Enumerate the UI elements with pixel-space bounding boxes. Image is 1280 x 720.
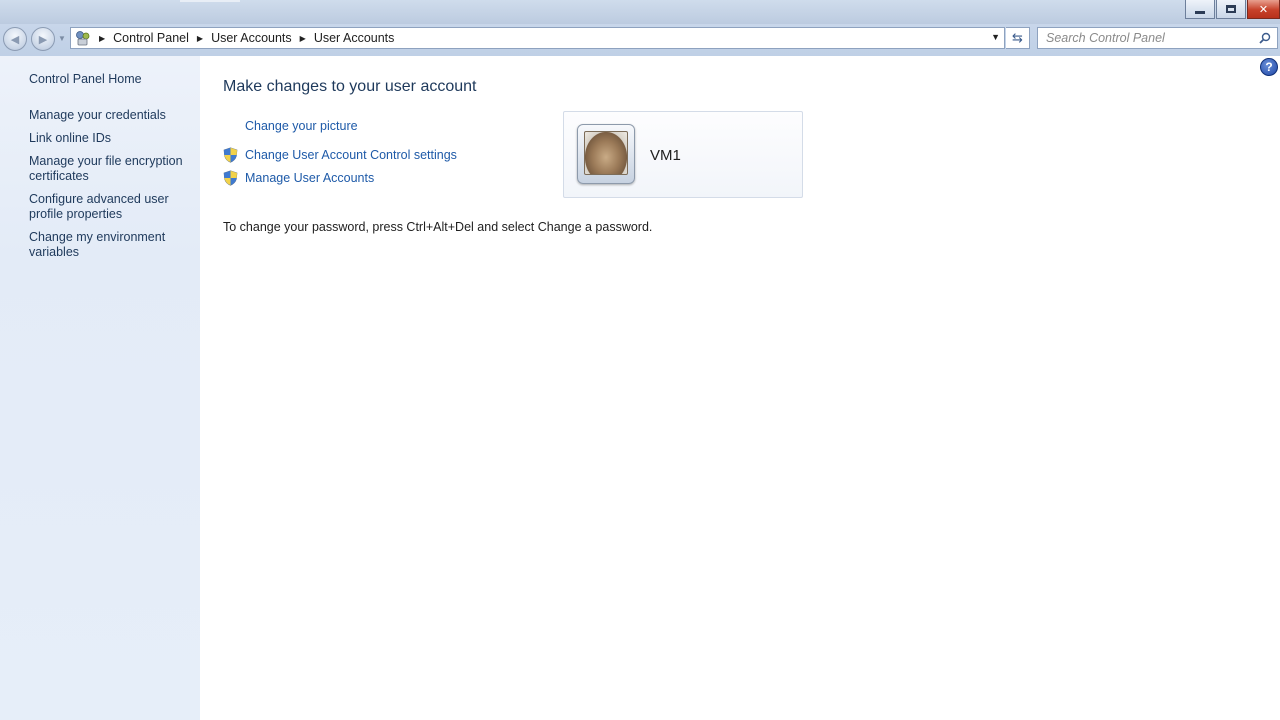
breadcrumb-user-accounts[interactable]: User Accounts — [211, 31, 292, 45]
main-content: ? Make changes to your user account Chan… — [200, 56, 1280, 720]
recent-pages-dropdown-icon[interactable]: ▼ — [58, 34, 66, 43]
manage-user-accounts-link[interactable]: Manage User Accounts — [245, 171, 374, 185]
restore-icon — [1226, 5, 1236, 13]
breadcrumb-control-panel[interactable]: Control Panel — [113, 31, 189, 45]
account-name: VM1 — [650, 147, 681, 164]
address-bar[interactable]: ▶ Control Panel ▶ User Accounts ▶ User A… — [70, 27, 1005, 49]
search-input[interactable] — [1038, 31, 1248, 45]
control-panel-icon — [76, 31, 90, 46]
uac-shield-icon — [223, 147, 238, 163]
breadcrumb-user-accounts-current[interactable]: User Accounts — [314, 31, 395, 45]
back-arrow-icon: ◀ — [10, 33, 20, 46]
address-dropdown-icon[interactable]: ▼ — [991, 32, 1000, 42]
title-bar: ✕ — [0, 0, 1280, 24]
search-box[interactable] — [1037, 27, 1278, 49]
search-icon[interactable] — [1259, 32, 1271, 44]
refresh-icon: ⇆ — [1012, 30, 1023, 45]
sidebar-item-control-panel-home[interactable]: Control Panel Home — [29, 72, 194, 87]
avatar[interactable] — [577, 124, 635, 184]
page-title: Make changes to your user account — [223, 78, 477, 95]
breadcrumb-separator-icon[interactable]: ▶ — [99, 34, 105, 43]
refresh-button[interactable]: ⇆ — [1006, 27, 1030, 49]
restore-button[interactable] — [1216, 0, 1246, 19]
sidebar-item-environment-variables[interactable]: Change my environment variables — [29, 230, 194, 260]
close-button[interactable]: ✕ — [1247, 0, 1280, 19]
forward-arrow-icon: ▶ — [38, 33, 48, 46]
uac-settings-link[interactable]: Change User Account Control settings — [245, 148, 457, 162]
sidebar: Control Panel Home Manage your credentia… — [0, 56, 200, 720]
sidebar-item-manage-credentials[interactable]: Manage your credentials — [29, 108, 194, 123]
change-picture-link[interactable]: Change your picture — [245, 119, 358, 133]
breadcrumb-separator-icon[interactable]: ▶ — [197, 34, 203, 43]
title-bar-accent — [180, 0, 240, 2]
minimize-button[interactable] — [1185, 0, 1215, 19]
minimize-icon — [1195, 10, 1205, 14]
forward-button[interactable]: ▶ — [31, 27, 55, 51]
sidebar-item-file-encryption-certificates[interactable]: Manage your file encryption certificates — [29, 154, 194, 184]
breadcrumb-separator-icon[interactable]: ▶ — [300, 34, 306, 43]
back-button[interactable]: ◀ — [3, 27, 27, 51]
kitten-picture-icon — [584, 131, 628, 175]
user-account-tile: VM1 — [563, 111, 803, 198]
sidebar-item-link-online-ids[interactable]: Link online IDs — [29, 131, 194, 146]
window-controls: ✕ — [1185, 0, 1280, 20]
navigation-bar: ◀ ▶ ▼ ▶ Control Panel ▶ User Accounts ▶ … — [0, 24, 1280, 56]
uac-shield-icon — [223, 170, 238, 186]
sidebar-item-advanced-profile-properties[interactable]: Configure advanced user profile properti… — [29, 192, 194, 222]
help-icon[interactable]: ? — [1260, 58, 1278, 76]
password-info-text: To change your password, press Ctrl+Alt+… — [223, 220, 653, 234]
close-icon: ✕ — [1258, 3, 1269, 16]
